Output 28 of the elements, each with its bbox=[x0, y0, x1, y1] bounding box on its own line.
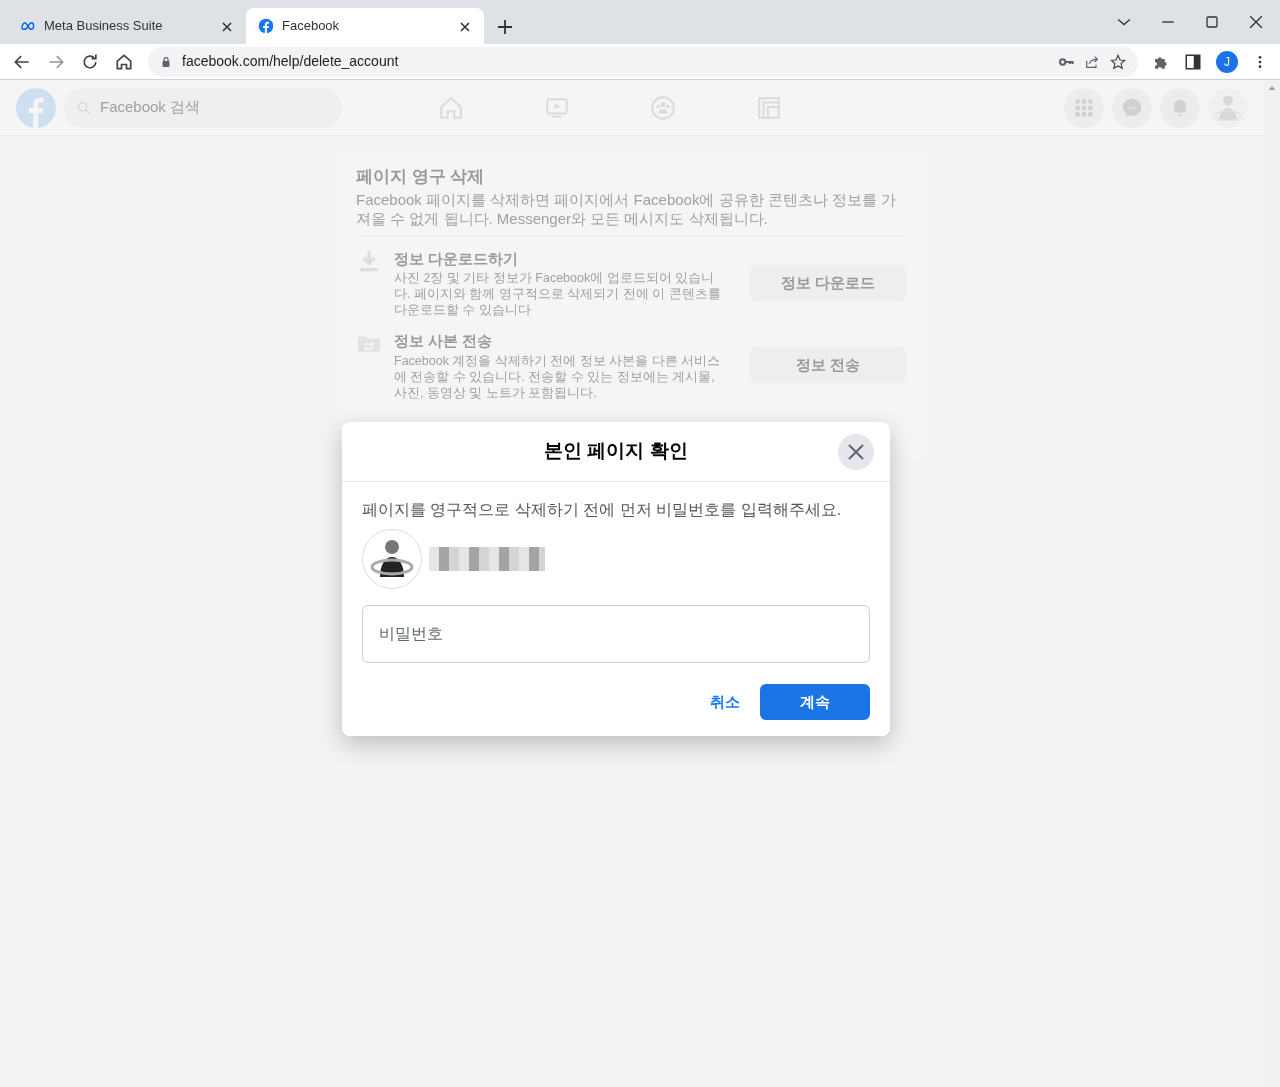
close-icon[interactable] bbox=[222, 22, 232, 33]
card-description: Facebook 페이지를 삭제하면 페이지에서 Facebook에 공유한 콘텐츠나 정보를 가져올 수 없게 됩니다. Messenger와 모든 메시지도 삭제됩니다. bbox=[356, 189, 898, 228]
dialog-title: 본인 페이지 확인 bbox=[544, 439, 688, 464]
plus-icon[interactable] bbox=[498, 19, 512, 34]
star-icon[interactable] bbox=[1110, 53, 1126, 70]
lock-icon bbox=[160, 55, 172, 68]
url-text: facebook.com/help/delete_account bbox=[182, 52, 400, 71]
section-title: 정보 사본 전송 bbox=[394, 331, 494, 351]
search-icon bbox=[76, 99, 92, 116]
section-text: Facebook 계정을 삭제하기 전에 정보 사본을 다른 서비스에 전송할 수 있습니다. 전송할 수 있는 정보에는 게시물, 사진, 동영상 및 노트가 포함됩니다. bbox=[394, 352, 722, 401]
close-button[interactable] bbox=[838, 434, 874, 470]
f-logo-icon bbox=[258, 18, 274, 34]
card-title: 페이지 영구 삭제 bbox=[356, 166, 486, 188]
password-field[interactable]: 비밀번호 bbox=[362, 605, 870, 663]
browser-tab[interactable]: Meta Business Suite bbox=[8, 8, 246, 44]
section-title: 정보 다운로드하기 bbox=[394, 248, 520, 269]
side-panel-icon[interactable] bbox=[1184, 52, 1202, 71]
continue-button[interactable]: 계속 bbox=[760, 684, 870, 720]
profile-avatar[interactable]: J bbox=[1216, 50, 1238, 73]
address-field[interactable]: facebook.com/help/delete_account bbox=[148, 46, 1138, 77]
close-icon[interactable] bbox=[460, 22, 470, 33]
search-field[interactable]: Facebook 검색 bbox=[64, 87, 342, 128]
browser-tab[interactable]: Facebook bbox=[246, 8, 484, 44]
cancel-link[interactable]: 취소 bbox=[704, 689, 746, 715]
section-text: 사진 2장 및 기타 정보가 Facebook에 업로드되어 있습니다. 페이지와 함께 영구적으로 삭제되기 전에 이 콘텐츠를 다운로드할 수 있습니다 bbox=[394, 270, 722, 318]
section-button[interactable]: 정보 전송 bbox=[750, 347, 906, 384]
section-button[interactable]: 정보 다운로드 bbox=[750, 264, 906, 301]
dialog-message: 페이지를 영구적으로 삭제하기 전에 먼저 비밀번호를 입력해주세요. bbox=[362, 500, 843, 520]
